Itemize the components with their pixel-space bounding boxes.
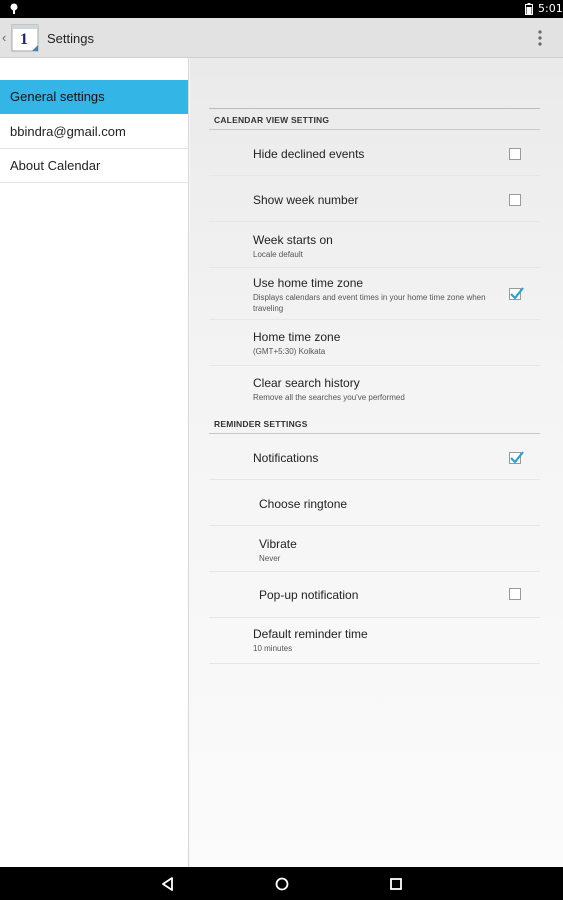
notification-icon — [10, 3, 18, 14]
pref-summary: Never — [259, 554, 281, 563]
pref-title: Hide declined events — [253, 147, 365, 161]
popup-notification-checkbox[interactable] — [509, 588, 521, 600]
checkmark-icon — [510, 451, 524, 464]
battery-icon — [525, 3, 533, 15]
pref-summary: (GMT+5:30) Kolkata — [253, 347, 326, 356]
app-icon-number: 1 — [20, 31, 28, 48]
status-bar: 5:01 — [0, 0, 563, 18]
divider — [209, 108, 540, 109]
sidebar-item-label: bbindra@gmail.com — [10, 124, 126, 139]
recents-icon[interactable] — [388, 876, 404, 892]
checkmark-icon — [510, 287, 524, 300]
notifications-checkbox[interactable] — [509, 451, 524, 464]
back-icon[interactable] — [160, 876, 176, 892]
settings-content: CALENDAR VIEW SETTING Hide declined even… — [190, 58, 563, 867]
up-chevron-icon[interactable]: ‹ — [2, 30, 6, 45]
pref-summary: Locale default — [253, 250, 303, 259]
hide-declined-checkbox[interactable] — [509, 148, 521, 160]
pref-default-reminder-time[interactable]: Default reminder time 10 minutes — [209, 618, 540, 664]
pref-clear-search-history[interactable]: Clear search history Remove all the sear… — [209, 366, 540, 412]
pref-summary: Displays calendars and event times in yo… — [253, 293, 486, 313]
sidebar: General settings bbindra@gmail.com About… — [0, 58, 189, 867]
calendar-app-icon[interactable]: 1 — [10, 23, 42, 53]
section-header-calendar-view: CALENDAR VIEW SETTING — [214, 115, 330, 125]
pref-title: Notifications — [253, 451, 319, 465]
pref-show-week-number[interactable]: Show week number — [209, 176, 540, 222]
sidebar-item-label: General settings — [10, 89, 105, 104]
pref-summary: Remove all the searches you've performed — [253, 393, 405, 402]
pref-week-starts-on[interactable]: Week starts on Locale default — [209, 222, 540, 268]
pref-home-time-zone[interactable]: Home time zone (GMT+5:30) Kolkata — [209, 320, 540, 366]
pref-popup-notification[interactable]: Pop-up notification — [209, 572, 540, 618]
pref-title: Choose ringtone — [259, 497, 348, 511]
navigation-bar — [0, 867, 563, 900]
overflow-menu-icon[interactable] — [535, 29, 545, 47]
pref-title: Clear search history — [253, 376, 360, 390]
pref-use-home-time-zone[interactable]: Use home time zone Displays calendars an… — [209, 268, 540, 320]
use-home-time-zone-checkbox[interactable] — [509, 287, 524, 300]
pref-choose-ringtone[interactable]: Choose ringtone — [209, 480, 540, 526]
pref-title: Use home time zone — [253, 276, 364, 290]
pref-title: Vibrate — [259, 537, 297, 551]
pref-vibrate[interactable]: Vibrate Never — [209, 526, 540, 572]
pref-notifications[interactable]: Notifications — [209, 434, 540, 480]
page-title: Settings — [47, 31, 94, 46]
status-clock: 5:01 — [538, 2, 563, 15]
sidebar-item-general-settings[interactable]: General settings — [0, 80, 188, 114]
sidebar-item-account[interactable]: bbindra@gmail.com — [0, 115, 188, 149]
home-icon[interactable] — [274, 876, 290, 892]
pref-title: Default reminder time — [253, 627, 368, 641]
show-week-number-checkbox[interactable] — [509, 194, 521, 206]
pref-title: Show week number — [253, 193, 359, 207]
action-bar: ‹ 1 Settings — [0, 18, 563, 58]
pref-title: Pop-up notification — [259, 588, 359, 602]
pref-summary: 10 minutes — [253, 644, 293, 653]
pref-title: Week starts on — [253, 233, 333, 247]
pref-title: Home time zone — [253, 330, 341, 344]
section-header-reminder: REMINDER SETTINGS — [214, 419, 308, 429]
sidebar-item-label: About Calendar — [10, 158, 101, 173]
pref-hide-declined-events[interactable]: Hide declined events — [209, 130, 540, 176]
sidebar-item-about-calendar[interactable]: About Calendar — [0, 149, 188, 183]
